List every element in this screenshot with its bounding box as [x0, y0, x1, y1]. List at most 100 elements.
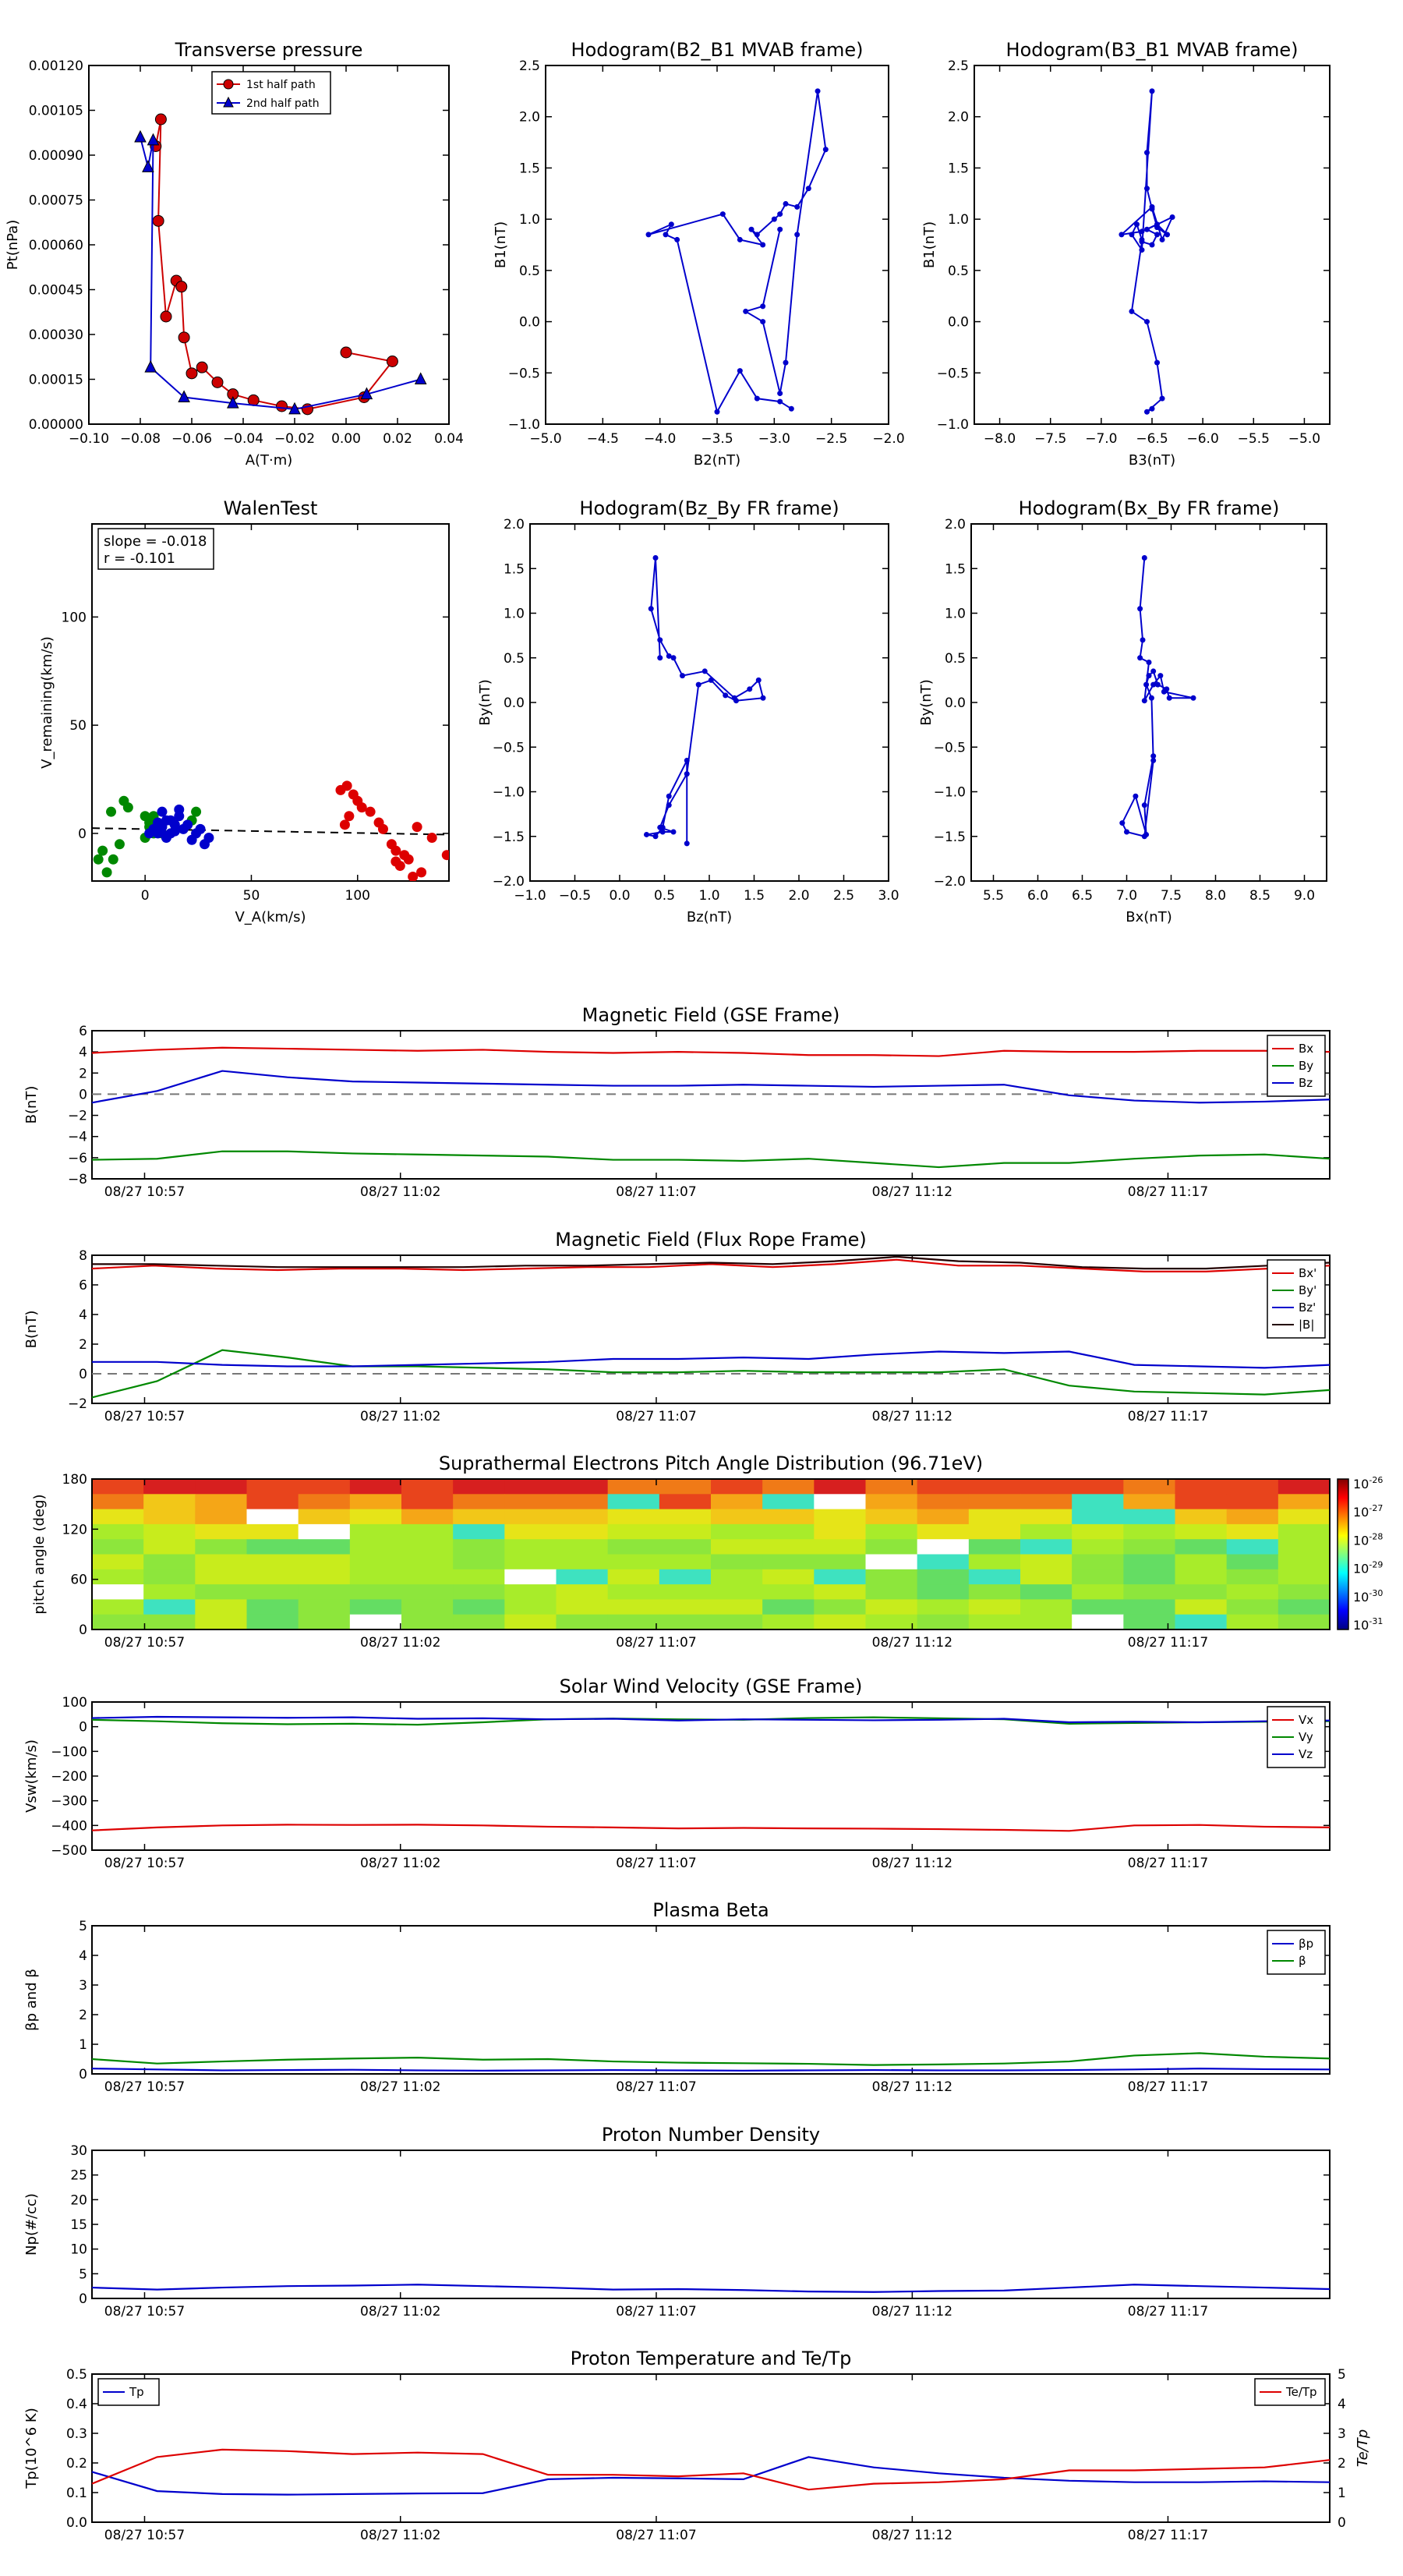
data-point: [1159, 395, 1165, 402]
heatmap-cell: [453, 1554, 505, 1570]
heatmap-cell: [968, 1599, 1021, 1615]
y-tick-label: −100: [51, 1744, 87, 1760]
heatmap-cell: [92, 1494, 144, 1510]
x-tick-label: −5.0: [1288, 431, 1320, 447]
x-tick-label: 2.5: [833, 888, 854, 904]
heatmap-cell: [1123, 1569, 1176, 1585]
heatmap-cell: [1072, 1554, 1124, 1570]
heatmap-cell: [762, 1479, 815, 1495]
time-tick-label: 08/27 11:12: [872, 2528, 952, 2543]
heatmap-cell: [556, 1509, 609, 1525]
x-axis-label: Bx(nT): [1126, 909, 1172, 925]
y-tick-label: 0.00060: [29, 238, 83, 253]
heatmap-cell: [762, 1523, 815, 1540]
heatmap-cell: [762, 1614, 815, 1630]
series-line: [91, 1824, 1331, 1832]
y-tick-label: 0.5: [519, 264, 540, 279]
heatmap-cell: [1020, 1614, 1073, 1630]
data-point: [783, 200, 789, 207]
heatmap-cell: [298, 1599, 351, 1615]
scatter-point: [191, 806, 202, 817]
scatter-point: [403, 854, 414, 865]
legend-box: [1267, 1930, 1326, 1975]
data-point: [747, 686, 753, 692]
x-tick-label: 0: [141, 888, 150, 904]
data-point: [666, 802, 672, 809]
heatmap-cell: [659, 1509, 712, 1525]
heatmap-cell: [453, 1494, 505, 1510]
time-tick-label: 08/27 11:17: [1128, 2528, 1208, 2543]
y-tick-label: 50: [69, 718, 87, 734]
y-axis-label: B(nT): [23, 1311, 40, 1349]
heatmap-cell: [298, 1614, 351, 1630]
scatter-point: [122, 802, 133, 813]
annotation-slope: slope = -0.018: [104, 533, 207, 550]
time-tick-label: 08/27 11:02: [360, 2304, 440, 2319]
colorbar-label: 10-31: [1353, 1616, 1383, 1633]
legend-label: Vz: [1299, 1747, 1313, 1761]
heatmap-cell: [1175, 1554, 1228, 1570]
data-point: [1149, 88, 1155, 94]
data-point: [1148, 695, 1154, 701]
y-axis-label: Vsw(km/s): [23, 1739, 40, 1813]
y-tick-label: −0.5: [934, 740, 966, 755]
heatmap-cell: [607, 1539, 660, 1555]
heatmap-cell: [865, 1523, 918, 1540]
x-axis-label: B3(nT): [1129, 452, 1175, 469]
heatmap-cell: [92, 1599, 144, 1615]
heatmap-cell: [607, 1599, 660, 1615]
time-tick-label: 08/27 11:07: [616, 2528, 696, 2543]
data-point: [144, 360, 157, 373]
data-point: [1143, 409, 1150, 415]
data-point: [737, 236, 743, 242]
heatmap-cell: [556, 1569, 609, 1585]
data-point: [737, 368, 743, 374]
heatmap-cell: [1072, 1584, 1124, 1600]
colorbar-exponent: -27: [1369, 1503, 1383, 1513]
series-line: [91, 2448, 1331, 2491]
y-tick-label: −300: [51, 1794, 87, 1810]
heatmap-cell: [195, 1599, 248, 1615]
series-line: [1119, 90, 1175, 413]
y-tick-label: 0.0: [945, 695, 966, 711]
heatmap-cell: [1226, 1523, 1279, 1540]
heatmap-cell: [453, 1569, 505, 1585]
heatmap-cell: [814, 1599, 867, 1615]
y-tick-label: 0.00120: [29, 58, 83, 74]
heatmap-cell: [917, 1494, 970, 1510]
y-tick-label: 2.0: [945, 517, 966, 533]
heatmap-cell: [92, 1614, 144, 1630]
y-tick-label: 100: [62, 610, 87, 625]
data-point: [211, 376, 224, 388]
y-tick-label: −1.5: [934, 830, 966, 845]
y-tick-label: −500: [51, 1843, 87, 1859]
x-tick-label: −0.10: [69, 431, 109, 447]
heatmap-cell: [917, 1509, 970, 1525]
panel-title: Proton Temperature and Te/Tp: [571, 2348, 852, 2369]
series-line: [1121, 557, 1194, 837]
data-point: [1133, 793, 1139, 799]
x-tick-label: −0.02: [274, 431, 315, 447]
data-point: [1143, 319, 1150, 325]
heatmap-cell: [401, 1584, 454, 1600]
heatmap-cell: [453, 1523, 505, 1540]
heatmap-cell: [1175, 1614, 1228, 1630]
heatmap-cell: [865, 1554, 918, 1570]
data-point: [1124, 829, 1129, 835]
heatmap-cell: [607, 1479, 660, 1495]
y-tick-label: 8: [79, 1248, 87, 1264]
heatmap-cell: [917, 1614, 970, 1630]
data-point: [154, 113, 167, 126]
scatter-point: [437, 883, 447, 893]
y-tick-label: 0: [79, 2291, 87, 2307]
series-line: [91, 1258, 1331, 1273]
x-tick-label: −3.0: [758, 431, 790, 447]
x-tick-label: 0.02: [383, 431, 412, 447]
time-tick-label: 08/27 10:57: [104, 1184, 185, 1200]
y2-tick-label: 5: [1338, 2367, 1346, 2383]
heatmap-cell: [968, 1523, 1021, 1540]
heatmap-cell: [143, 1569, 196, 1585]
colorbar-exponent: -26: [1369, 1475, 1383, 1485]
y-tick-label: 0: [79, 1720, 87, 1736]
heatmap-cell: [143, 1614, 196, 1630]
